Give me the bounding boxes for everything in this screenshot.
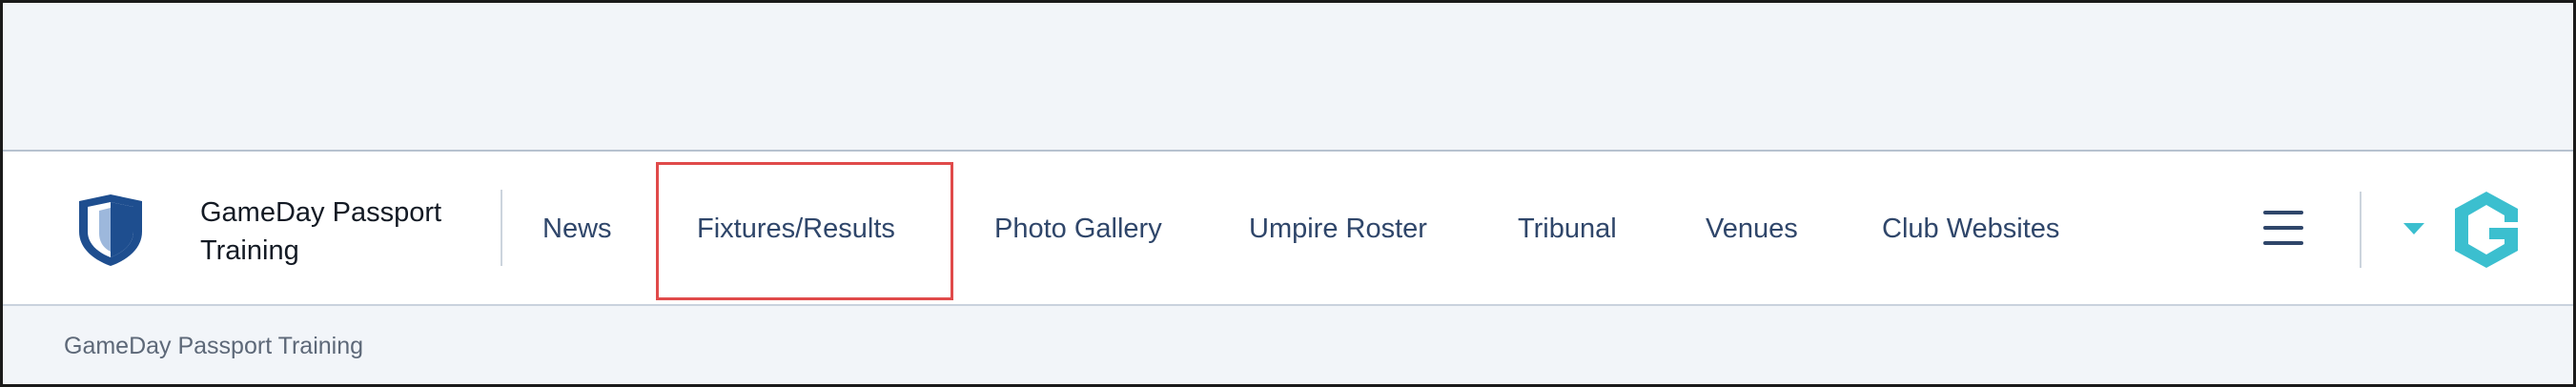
nav-item-umpire-roster[interactable]: Umpire Roster xyxy=(1249,152,1427,306)
main-navbar: GameDay Passport Training News Fixtures/… xyxy=(3,152,2573,306)
nav-item-venues[interactable]: Venues xyxy=(1706,152,1798,306)
caret-down-icon[interactable] xyxy=(2403,223,2424,234)
breadcrumb[interactable]: GameDay Passport Training xyxy=(64,333,363,360)
nav-divider xyxy=(501,190,502,266)
gameday-logo-icon[interactable] xyxy=(2451,190,2522,270)
nav-item-photo-gallery[interactable]: Photo Gallery xyxy=(994,152,1162,306)
breadcrumb-bar: GameDay Passport Training xyxy=(3,306,2573,384)
hamburger-menu-icon[interactable] xyxy=(2263,211,2303,245)
organisation-name[interactable]: GameDay Passport Training xyxy=(200,194,467,270)
nav-item-tribunal[interactable]: Tribunal xyxy=(1518,152,1617,306)
browser-frame: GameDay Passport Training News Fixtures/… xyxy=(0,0,2576,387)
header-spacer xyxy=(3,3,2573,152)
nav-item-news[interactable]: News xyxy=(542,152,612,306)
shield-logo-icon[interactable] xyxy=(73,192,148,268)
nav-item-club-websites[interactable]: Club Websites xyxy=(1882,152,2059,306)
toolbar-divider xyxy=(2360,192,2361,268)
nav-item-fixtures-results[interactable]: Fixtures/Results xyxy=(697,152,895,306)
